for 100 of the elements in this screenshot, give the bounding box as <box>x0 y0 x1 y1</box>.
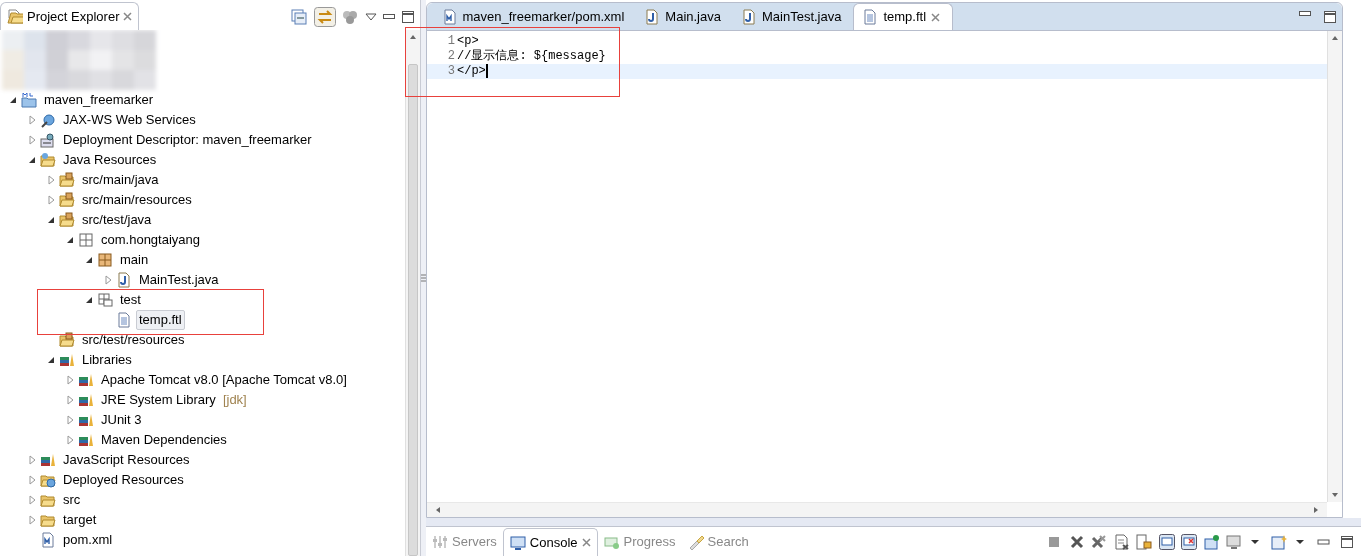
display-console-icon[interactable] <box>1226 533 1242 550</box>
collapsed-arrow-icon[interactable] <box>27 115 37 125</box>
collapsed-arrow-icon[interactable] <box>27 515 37 525</box>
collapsed-arrow-icon[interactable] <box>65 435 75 445</box>
tree-item[interactable]: JRE System Library <box>98 390 219 410</box>
line-number: 3 <box>446 64 456 79</box>
tree-item[interactable]: JAX-WS Web Services <box>60 110 199 130</box>
collapsed-arrow-icon[interactable] <box>65 395 75 405</box>
monitor-icon <box>509 534 526 551</box>
splitter-handle-icon[interactable] <box>421 274 426 282</box>
panel-tab[interactable]: Servers <box>426 528 503 556</box>
editor-tab[interactable]: Main.java <box>636 3 733 30</box>
java-file-icon <box>740 8 757 25</box>
editor-tab[interactable]: maven_freemarker/pom.xml <box>433 3 637 30</box>
code-line: <p> <box>457 34 479 49</box>
pin-icon[interactable] <box>1203 533 1220 550</box>
close-icon[interactable] <box>931 12 941 22</box>
tree-item[interactable]: src/test/java <box>79 210 155 230</box>
tree-item[interactable]: com.hongtaiyang <box>98 230 203 250</box>
close-icon[interactable] <box>123 12 133 21</box>
remove-icon[interactable] <box>1068 533 1085 550</box>
expanded-arrow-icon[interactable] <box>27 155 37 165</box>
tree-item[interactable]: JavaScript Resources <box>60 450 193 470</box>
tree-item[interactable]: Deployed Resources <box>60 470 187 490</box>
file-icon <box>116 312 132 328</box>
collapsed-arrow-icon[interactable] <box>27 495 37 505</box>
minimize-icon[interactable] <box>383 13 395 20</box>
panel-tab[interactable]: Progress <box>597 528 682 556</box>
close-icon[interactable] <box>581 538 591 547</box>
tree-item[interactable]: src/main/java <box>79 170 162 190</box>
code-editor[interactable]: 1 <p> 2 //显示信息: ${message} 3 </p> <box>427 31 1327 502</box>
tree-item[interactable]: pom.xml <box>60 530 116 550</box>
folder-icon <box>40 492 56 508</box>
maximize-icon[interactable] <box>1338 533 1355 550</box>
expanded-arrow-icon[interactable] <box>84 295 94 305</box>
folder-icon <box>40 152 56 168</box>
collapsed-arrow-icon[interactable] <box>103 275 113 285</box>
tree-item[interactable]: Maven Dependencies <box>98 430 230 450</box>
panel-tab[interactable]: Search <box>681 528 755 556</box>
maximize-icon[interactable] <box>401 10 414 23</box>
filter-icon[interactable] <box>342 8 358 25</box>
minimize-icon[interactable] <box>1298 10 1311 17</box>
collapsed-arrow-icon[interactable] <box>27 135 37 145</box>
expanded-arrow-icon[interactable] <box>46 355 56 365</box>
package-icon <box>97 292 113 308</box>
scroll-lock-icon[interactable] <box>1136 533 1152 550</box>
project-icon <box>21 92 37 108</box>
tree-item[interactable]: maven_freemarker <box>41 90 157 110</box>
tree-item[interactable]: Libraries <box>79 350 135 370</box>
tree-item-decoration: [jdk] <box>222 391 247 410</box>
collapsed-arrow-icon[interactable] <box>27 455 37 465</box>
remove-all-icon[interactable] <box>1091 533 1107 550</box>
collapsed-arrow-icon[interactable] <box>46 195 56 205</box>
expanded-arrow-icon[interactable] <box>46 215 56 225</box>
maximize-icon[interactable] <box>1323 10 1336 23</box>
package-folder-icon <box>59 332 75 348</box>
tree-item[interactable]: main <box>117 250 152 270</box>
tree-item[interactable]: Apache Tomcat v8.0 [Apache Tomcat v8.0] <box>98 370 350 390</box>
collapsed-arrow-icon[interactable] <box>65 375 75 385</box>
tree-item[interactable]: src/test/resources <box>79 330 188 350</box>
scrollbar[interactable] <box>427 502 1327 517</box>
expanded-arrow-icon[interactable] <box>65 235 75 245</box>
editor-tab[interactable]: temp.ftl <box>853 3 954 30</box>
editor-tab[interactable]: MainTest.java <box>732 3 854 30</box>
code-line: //显示信息: ${message} <box>457 49 606 64</box>
collapsed-arrow-icon[interactable] <box>65 415 75 425</box>
servers-icon <box>432 534 448 550</box>
file-icon <box>862 9 879 25</box>
view-menu-icon[interactable] <box>364 12 377 21</box>
tree-item[interactable]: JUnit 3 <box>98 410 145 430</box>
xml-file-icon <box>441 8 458 25</box>
new-console-icon[interactable] <box>1271 533 1287 550</box>
clear-console-icon[interactable] <box>1113 533 1130 550</box>
scrollbar[interactable] <box>405 30 420 556</box>
tree-item[interactable]: src <box>60 490 84 510</box>
tree-item[interactable]: Deployment Descriptor: maven_freemarker <box>60 130 315 150</box>
java-file-icon <box>116 272 132 288</box>
tree-item[interactable]: src/main/resources <box>79 190 195 210</box>
text-cursor <box>485 64 488 78</box>
view-tab[interactable]: Project Explorer <box>0 2 140 30</box>
panel-tab[interactable]: Console <box>502 528 598 556</box>
tree-item[interactable]: Java Resources <box>60 150 160 170</box>
code-line: </p> <box>457 64 486 79</box>
show-error-icon[interactable] <box>1181 533 1197 550</box>
expanded-arrow-icon[interactable] <box>8 95 18 105</box>
tree-item[interactable]: test <box>117 290 144 310</box>
line-number: 2 <box>446 49 456 64</box>
collapsed-arrow-icon[interactable] <box>27 475 37 485</box>
tree-item[interactable]: MainTest.java <box>136 270 222 290</box>
tree-item[interactable]: temp.ftl <box>136 310 185 330</box>
show-output-icon[interactable] <box>1158 533 1175 550</box>
package-folder-icon <box>59 172 75 188</box>
tree-item[interactable]: target <box>60 510 100 530</box>
collapse-all-icon[interactable] <box>291 8 307 25</box>
xml-file-icon <box>40 532 56 548</box>
link-editor-icon[interactable] <box>313 6 336 27</box>
expanded-arrow-icon[interactable] <box>84 255 94 265</box>
package-icon <box>97 252 113 268</box>
collapsed-arrow-icon[interactable] <box>46 175 56 185</box>
scrollbar[interactable] <box>1327 31 1342 502</box>
